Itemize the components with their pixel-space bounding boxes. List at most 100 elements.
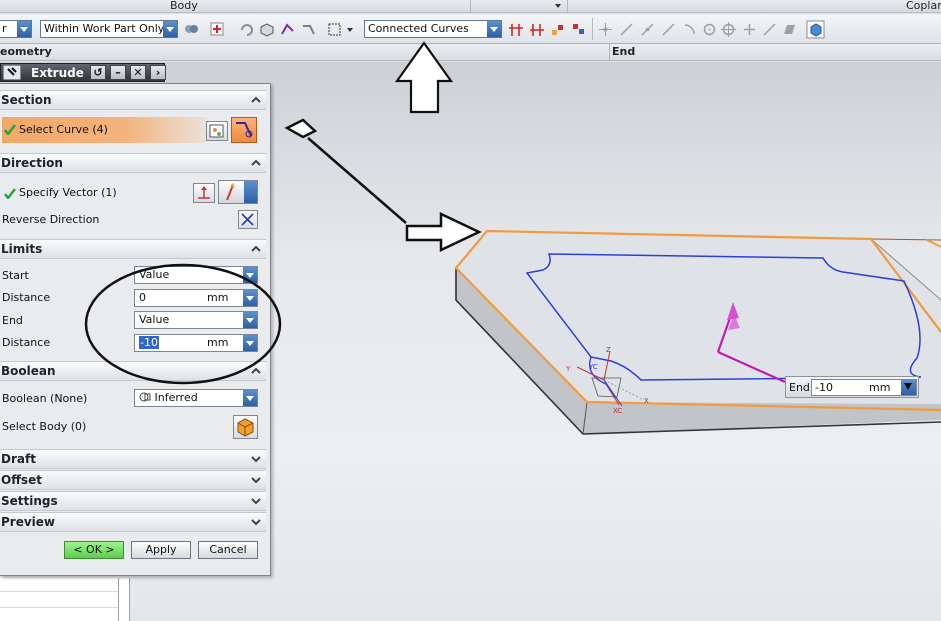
preview-header[interactable]: Preview <box>0 512 266 532</box>
chevron-down-icon[interactable] <box>250 474 262 486</box>
minimize-icon[interactable]: – <box>110 65 126 80</box>
limits-header[interactable]: Limits <box>0 239 266 259</box>
chevron-down-icon[interactable] <box>347 28 353 32</box>
quick-pick-icon[interactable] <box>806 20 825 39</box>
follow-fillet-icon[interactable] <box>529 22 544 37</box>
chevron-up-icon[interactable] <box>250 243 262 255</box>
snap-midpoint-icon[interactable] <box>640 22 655 37</box>
chevron-down-icon[interactable] <box>243 390 257 406</box>
chevron-down-icon[interactable] <box>250 516 262 528</box>
ribbon-group-labels: Body Coplan <box>0 0 941 13</box>
sketch-section-button[interactable] <box>206 121 228 141</box>
body-cube-icon <box>237 418 254 437</box>
snap-quadrant-icon[interactable] <box>721 22 736 37</box>
snap-line-icon[interactable] <box>619 22 634 37</box>
draft-header[interactable]: Draft <box>0 449 266 469</box>
direction-header[interactable]: Direction <box>0 153 266 173</box>
curve-select-button[interactable] <box>231 117 257 143</box>
select-curve-row[interactable]: Select Curve (4) <box>2 117 207 143</box>
snap-endpoints-icon[interactable] <box>598 22 613 37</box>
start-option-select[interactable]: Value <box>134 266 258 284</box>
path-icon[interactable] <box>571 22 586 37</box>
select-body-label: Select Body (0) <box>2 420 87 433</box>
settings-header[interactable]: Settings <box>0 491 266 511</box>
vector-type-dropdown[interactable] <box>218 180 258 204</box>
coplanar-group-label: Coplan <box>906 0 941 12</box>
snap-control-icon[interactable] <box>661 22 676 37</box>
boolean-option-select[interactable]: Inferred <box>134 389 258 407</box>
chevron-up-icon[interactable] <box>250 157 262 169</box>
filter-reset-icon[interactable] <box>184 22 199 37</box>
type-filter-combo[interactable]: r <box>0 20 32 38</box>
boolean-label: Boolean (None) <box>2 392 88 405</box>
chevron-up-icon[interactable] <box>250 365 262 377</box>
end-distance-input[interactable]: -10 mm <box>134 334 258 352</box>
reverse-direction-label: Reverse Direction <box>2 213 100 226</box>
chevron-up-icon[interactable] <box>250 94 262 106</box>
scope-filter-combo[interactable]: Within Work Part Only <box>40 20 178 38</box>
stop-at-intersection-icon[interactable] <box>508 22 523 37</box>
check-icon <box>4 124 16 135</box>
apply-button[interactable]: Apply <box>131 541 191 559</box>
body-group-label: Body <box>170 0 198 12</box>
triad-xc-label: XC <box>613 407 622 415</box>
chevron-down-icon[interactable] <box>163 21 177 37</box>
chevron-down-icon[interactable] <box>243 267 257 283</box>
offset-header[interactable]: Offset <box>0 470 266 490</box>
chevron-down-icon[interactable] <box>901 380 916 395</box>
extrude-dialog-titlebar[interactable]: Extrude ↺ – ✕ › <box>0 63 166 82</box>
chevron-down-icon[interactable] <box>17 21 31 37</box>
curve-rule-combo[interactable]: Connected Curves <box>364 20 502 38</box>
specify-vector-label: Specify Vector (1) <box>19 186 117 199</box>
snap-on-face-icon[interactable] <box>782 22 797 37</box>
end-header: End <box>612 45 636 58</box>
snap-on-curve-icon[interactable] <box>762 22 777 37</box>
more-options-icon[interactable]: › <box>150 65 166 80</box>
select-body-button[interactable] <box>233 415 258 439</box>
cancel-button[interactable]: Cancel <box>198 541 258 559</box>
check-icon <box>4 188 16 199</box>
chevron-down-icon[interactable] <box>487 21 501 37</box>
chevron-down-icon[interactable] <box>250 495 262 507</box>
boolean-header[interactable]: Boolean <box>0 361 266 381</box>
chevron-down-icon[interactable] <box>243 335 257 351</box>
end-handle-label: End <box>789 381 810 394</box>
end-distance-handle[interactable]: End -10 mm <box>785 376 919 398</box>
chevron-down-icon[interactable] <box>250 453 262 465</box>
vector-constructor-icon <box>198 186 210 199</box>
ok-button[interactable]: < OK > <box>64 541 124 559</box>
solid-body-icon[interactable] <box>259 22 274 37</box>
rectangle-select-icon[interactable] <box>327 22 342 37</box>
section-header[interactable]: Section <box>0 90 266 110</box>
snap-point-icon[interactable] <box>210 22 225 37</box>
chain-within-feature-icon[interactable] <box>550 22 565 37</box>
part-navigator-strip <box>0 578 130 621</box>
triad-z-label: Z <box>606 346 611 354</box>
chevron-down-icon[interactable] <box>555 4 561 8</box>
snap-center-icon[interactable] <box>702 22 717 37</box>
geometry-header: eometry <box>0 45 52 58</box>
intent-curve-icon[interactable] <box>280 22 295 37</box>
chevron-down-icon[interactable] <box>244 181 257 203</box>
reset-icon[interactable]: ↺ <box>90 65 106 80</box>
feature-curve-icon[interactable] <box>301 22 316 37</box>
end-distance-label: Distance <box>2 336 51 349</box>
pin-icon[interactable] <box>3 65 21 80</box>
start-distance-input[interactable]: 0 mm <box>134 289 258 307</box>
end-option-select[interactable]: Value <box>134 311 258 329</box>
end-handle-input[interactable]: -10 mm <box>811 379 917 396</box>
chevron-down-icon[interactable] <box>243 290 257 306</box>
triad-yc-label: YC <box>588 363 598 371</box>
reverse-side-button[interactable] <box>193 183 215 203</box>
undo-arrow-icon[interactable] <box>239 22 254 37</box>
snap-tangent-icon[interactable] <box>682 22 697 37</box>
chevron-down-icon[interactable] <box>243 312 257 328</box>
selection-toolbar: r Within Work Part Only Connected Curves <box>0 14 941 44</box>
close-icon[interactable]: ✕ <box>130 65 146 80</box>
snap-existing-point-icon[interactable] <box>742 22 757 37</box>
reverse-direction-icon <box>241 213 254 226</box>
start-distance-label: Distance <box>2 291 51 304</box>
inferred-vector-icon <box>226 183 235 201</box>
reverse-direction-button[interactable] <box>238 210 258 229</box>
extrude-dialog: Section Select Curve (4) Direction Speci… <box>0 83 271 576</box>
